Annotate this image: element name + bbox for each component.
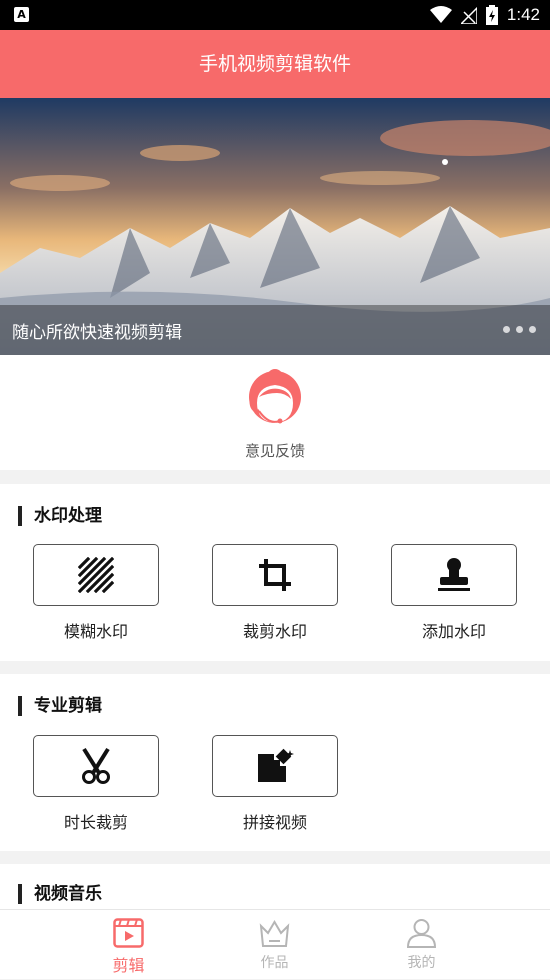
- crown-icon: [259, 920, 290, 947]
- tool-merge-video[interactable]: 拼接视频: [212, 735, 338, 833]
- merge-icon: [258, 748, 294, 782]
- banner-carousel[interactable]: 随心所欲快速视频剪辑: [0, 98, 550, 355]
- tool-trim-duration[interactable]: 时长裁剪: [33, 735, 159, 833]
- user-icon: [406, 919, 437, 948]
- carousel-dot[interactable]: [516, 326, 523, 333]
- feedback-button[interactable]: 意见反馈: [0, 355, 550, 470]
- tool-crop-watermark[interactable]: 裁剪水印: [212, 544, 338, 642]
- tool-label: 添加水印: [421, 622, 486, 641]
- trim-duration-button[interactable]: [33, 735, 159, 797]
- battery-charging-icon: [485, 5, 498, 25]
- banner-caption-bar: 随心所欲快速视频剪辑: [0, 305, 550, 355]
- tool-label: 模糊水印: [63, 622, 128, 641]
- stamp-icon: [438, 558, 470, 591]
- video-play-icon: [113, 918, 144, 948]
- crop-watermark-button[interactable]: [212, 544, 338, 606]
- merge-video-button[interactable]: [212, 735, 338, 797]
- add-watermark-button[interactable]: [391, 544, 517, 606]
- scissors-icon: [82, 747, 110, 784]
- section-watermark: 水印处理 模糊水印 裁剪水印 添加水印: [0, 484, 550, 661]
- banner-caption: 随心所欲快速视频剪辑: [12, 323, 182, 343]
- blur-icon: [78, 557, 114, 593]
- app-title: 手机视频剪辑软件: [0, 30, 550, 98]
- notification-app-icon: A: [14, 7, 29, 22]
- section-title: 水印处理: [18, 506, 102, 526]
- feedback-label: 意见反馈: [244, 442, 305, 460]
- status-bar: A 1:42: [0, 0, 550, 30]
- wifi-icon: [429, 6, 452, 23]
- carousel-dot[interactable]: [503, 326, 510, 333]
- blur-watermark-button[interactable]: [33, 544, 159, 606]
- status-time: 1:42: [506, 5, 540, 24]
- customer-service-icon: [249, 369, 301, 424]
- carousel-indicator[interactable]: [503, 326, 536, 333]
- nav-tab-label: 我的: [407, 955, 436, 971]
- bottom-navigation: 剪辑 作品 我的: [0, 909, 550, 979]
- section-title: 视频音乐: [18, 884, 102, 904]
- tool-label: 裁剪水印: [242, 622, 307, 641]
- section-pro-editing: 专业剪辑 时长裁剪 拼接视频: [0, 674, 550, 851]
- tool-label: 拼接视频: [242, 813, 307, 832]
- tool-add-watermark[interactable]: 添加水印: [391, 544, 517, 642]
- tool-blur-watermark[interactable]: 模糊水印: [33, 544, 159, 642]
- carousel-dot[interactable]: [529, 326, 536, 333]
- section-title: 专业剪辑: [18, 696, 102, 716]
- nav-tab-mine[interactable]: 我的: [330, 910, 513, 980]
- crop-icon: [259, 559, 291, 591]
- section-video-music: 视频音乐: [0, 864, 550, 909]
- tool-label: 时长裁剪: [63, 813, 128, 832]
- signal-icon: [460, 6, 477, 24]
